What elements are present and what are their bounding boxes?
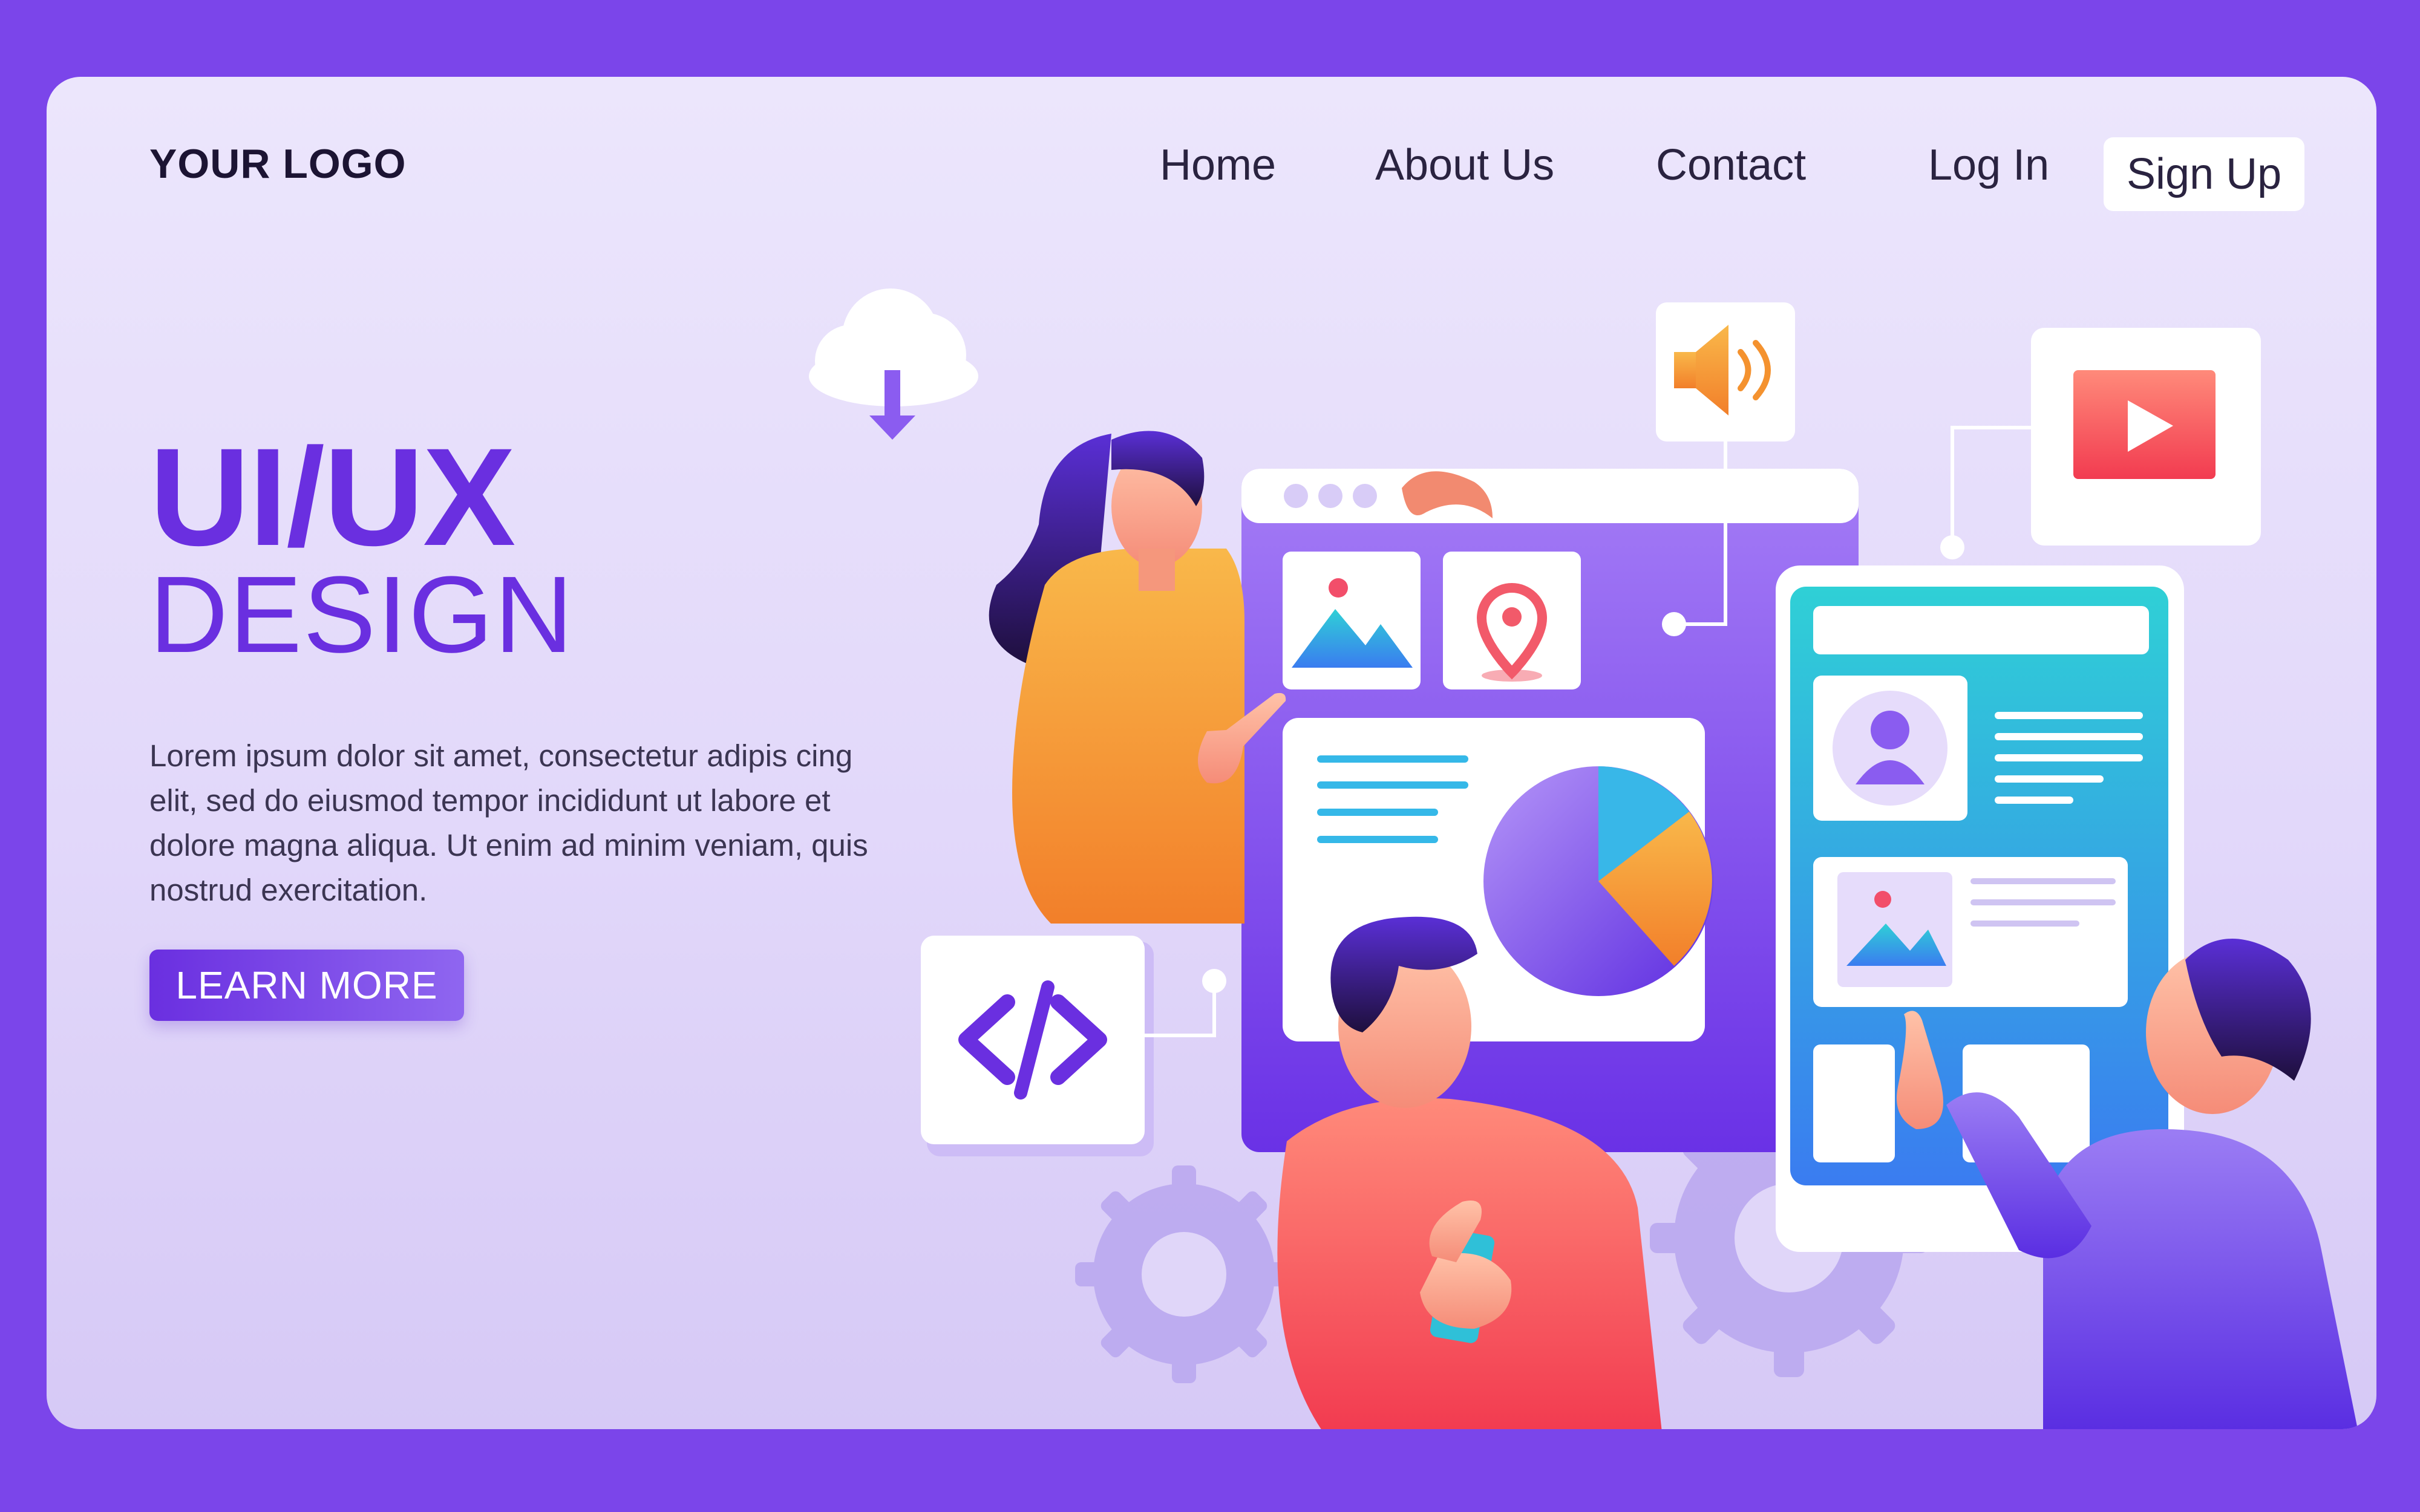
browser-window [1241, 469, 1859, 1152]
landing-card: YOUR LOGO Home About Us Contact Log In S… [47, 77, 2376, 1429]
code-icon [921, 936, 1226, 1156]
gear-icon [1075, 1165, 1293, 1383]
cloud-download-icon [809, 288, 978, 440]
uiux-illustration [809, 288, 2358, 1429]
play-video-icon [1940, 328, 2261, 559]
pie-chart-icon [1483, 766, 1713, 996]
image-icon [1283, 552, 1421, 689]
